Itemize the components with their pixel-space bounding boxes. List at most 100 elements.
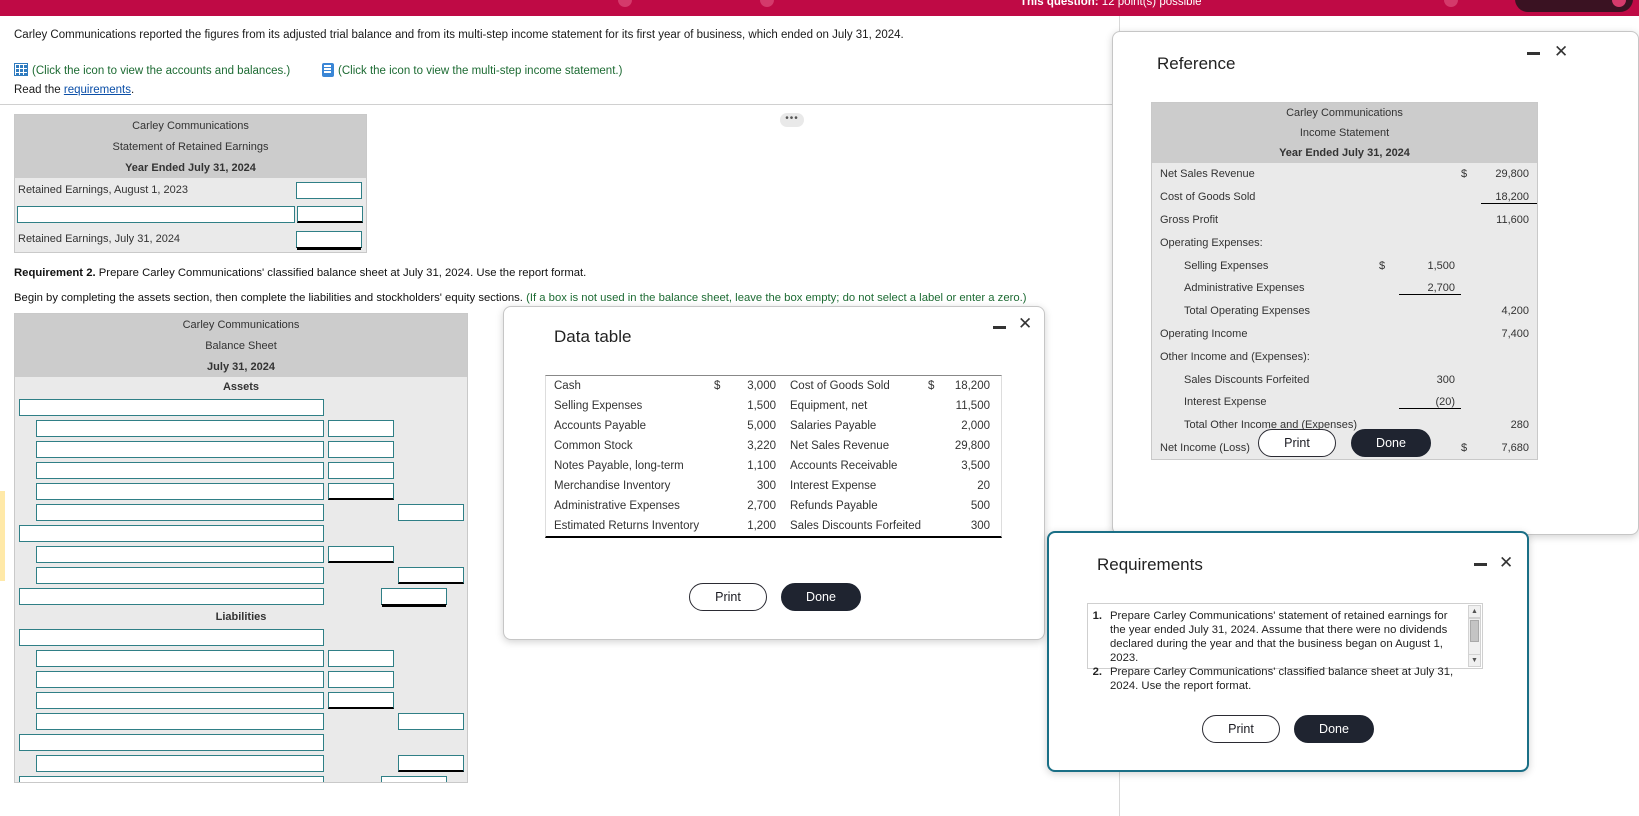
scrollbar-thumb[interactable]: [1470, 620, 1479, 642]
read-requirements-line: Read the requirements.: [14, 84, 134, 96]
bs-label-select[interactable]: [36, 692, 324, 709]
income-statement-link[interactable]: (Click the icon to view the multi-step i…: [322, 61, 622, 79]
reference-done-button[interactable]: Done: [1351, 429, 1431, 457]
document-icon[interactable]: [322, 63, 334, 77]
reference-dialog: Reference ✕ Carley Communications Income…: [1112, 31, 1639, 535]
requirements-done-label[interactable]: Done: [1294, 715, 1374, 743]
re-input-ending[interactable]: [296, 230, 362, 248]
bs-row: [15, 460, 467, 481]
bs-row: [15, 418, 467, 439]
bs-label-select[interactable]: [36, 483, 324, 500]
requirements-done-button[interactable]: Done: [1294, 715, 1374, 743]
bs-label-select[interactable]: [19, 734, 324, 751]
re-input-beginning[interactable]: [296, 181, 362, 199]
bs-label-select[interactable]: [19, 629, 324, 646]
bs-row: [15, 648, 467, 669]
re-input-netincome[interactable]: [297, 205, 363, 223]
requirements-minimize-button[interactable]: [1474, 563, 1487, 566]
bs-total-assets-input[interactable]: [381, 588, 447, 605]
reference-done-label[interactable]: Done: [1351, 429, 1431, 457]
data-table-done-label[interactable]: Done: [781, 583, 861, 611]
bs-row: [15, 627, 467, 648]
bs-amount-input[interactable]: [328, 483, 394, 500]
bs-label-select[interactable]: [19, 399, 324, 416]
income-link-label[interactable]: (Click the icon to view the multi-step i…: [338, 65, 622, 77]
dt-account-name-right: Accounts Receivable: [790, 460, 898, 472]
bs-amount-input[interactable]: [328, 546, 394, 563]
requirements-close-button[interactable]: ✕: [1499, 554, 1513, 571]
bs-row: [15, 669, 467, 690]
re-title: Statement of Retained Earnings: [15, 136, 366, 157]
dt-currency-right: $: [928, 380, 935, 392]
bs-total-input[interactable]: [398, 713, 464, 730]
data-table-done-button[interactable]: Done: [781, 583, 861, 611]
more-options-button[interactable]: •••: [780, 113, 804, 127]
reference-print-label[interactable]: Print: [1258, 429, 1336, 457]
accounts-link-label[interactable]: (Click the icon to view the accounts and…: [32, 65, 290, 77]
minimize-icon[interactable]: [993, 326, 1006, 329]
bs-row: [15, 397, 467, 418]
scrollbar-track[interactable]: [1468, 618, 1481, 656]
bs-label-select[interactable]: [36, 713, 324, 730]
bs-label-select[interactable]: [36, 671, 324, 688]
is-period: Year Ended July 31, 2024: [1152, 143, 1537, 163]
requirements-list: 1. Prepare Carley Communications' stateme…: [1087, 603, 1483, 692]
bs-label-select[interactable]: [36, 441, 324, 458]
bs-row: [15, 774, 467, 782]
grid-table-icon[interactable]: [14, 63, 28, 76]
bs-label-select[interactable]: [19, 525, 324, 542]
bs-label-select[interactable]: [36, 462, 324, 479]
bs-label-select[interactable]: [36, 650, 324, 667]
reference-print-button[interactable]: Print: [1258, 429, 1336, 457]
reference-minimize-button[interactable]: [1527, 52, 1540, 55]
table-row: Administrative Expenses 2,700 Refunds Paya…: [546, 496, 1001, 516]
table-row: Cash $3,000 Cost of Goods Sold $18,200: [546, 376, 1001, 396]
bs-label-select[interactable]: [36, 420, 324, 437]
dt-account-name-left: Notes Payable, long-term: [554, 460, 684, 472]
requirements-print-label[interactable]: Print: [1202, 715, 1280, 743]
bs-amount-input[interactable]: [328, 671, 394, 688]
bs-label-select[interactable]: [19, 776, 324, 782]
dt-account-name-right: Refunds Payable: [790, 500, 878, 512]
bs-amount-input[interactable]: [328, 692, 394, 709]
bs-total-input[interactable]: [398, 504, 464, 521]
bs-label-select[interactable]: [36, 504, 324, 521]
requirement-number: 2.: [1092, 666, 1102, 678]
top-status-bar: This question: 12 point(s) possible: [0, 0, 1639, 16]
data-table-print-label[interactable]: Print: [689, 583, 767, 611]
re-label-select-netincome[interactable]: [17, 205, 295, 223]
decorative-dot: [760, 0, 774, 7]
accounts-table-link[interactable]: (Click the icon to view the accounts and…: [14, 61, 290, 79]
read-prefix: Read the: [14, 84, 64, 96]
is-value-col2: 11,600: [1496, 213, 1529, 226]
is-row-label: Net Sales Revenue: [1160, 168, 1255, 181]
data-table-minimize-button[interactable]: [993, 326, 1006, 329]
requirements-print-button[interactable]: Print: [1202, 715, 1280, 743]
table-row: Selling Expenses 1,500 Equipment, net 11,50…: [546, 396, 1001, 416]
bs-total-input[interactable]: [398, 755, 464, 772]
bs-row: [15, 502, 467, 523]
bs-amount-input[interactable]: [328, 420, 394, 437]
bs-total-input[interactable]: [398, 567, 464, 584]
dt-amount-left: 300: [756, 480, 776, 492]
data-table-print-button[interactable]: Print: [689, 583, 767, 611]
bs-label-select[interactable]: [36, 567, 324, 584]
bs-label-select[interactable]: [36, 755, 324, 772]
data-table-close-button[interactable]: ✕: [1018, 315, 1032, 332]
minimize-icon[interactable]: [1527, 52, 1540, 55]
reference-close-button[interactable]: ✕: [1554, 43, 1568, 60]
bs-amount-input[interactable]: [328, 462, 394, 479]
bs-row: [15, 690, 467, 711]
requirements-link[interactable]: requirements: [64, 84, 131, 96]
bs-label-select[interactable]: [19, 588, 324, 605]
is-value-col1: 300: [1436, 373, 1455, 386]
minimize-icon[interactable]: [1474, 563, 1487, 566]
bs-total-input[interactable]: [381, 776, 447, 782]
list-item: 1. Prepare Carley Communications' stateme…: [1092, 609, 1462, 665]
bs-label-select[interactable]: [36, 546, 324, 563]
scroll-up-arrow[interactable]: ▲: [1468, 605, 1481, 618]
scroll-down-arrow[interactable]: ▼: [1468, 654, 1481, 667]
bs-amount-input[interactable]: [328, 650, 394, 667]
is-row: Net Sales Revenue $29,800: [1152, 163, 1537, 186]
bs-amount-input[interactable]: [328, 441, 394, 458]
